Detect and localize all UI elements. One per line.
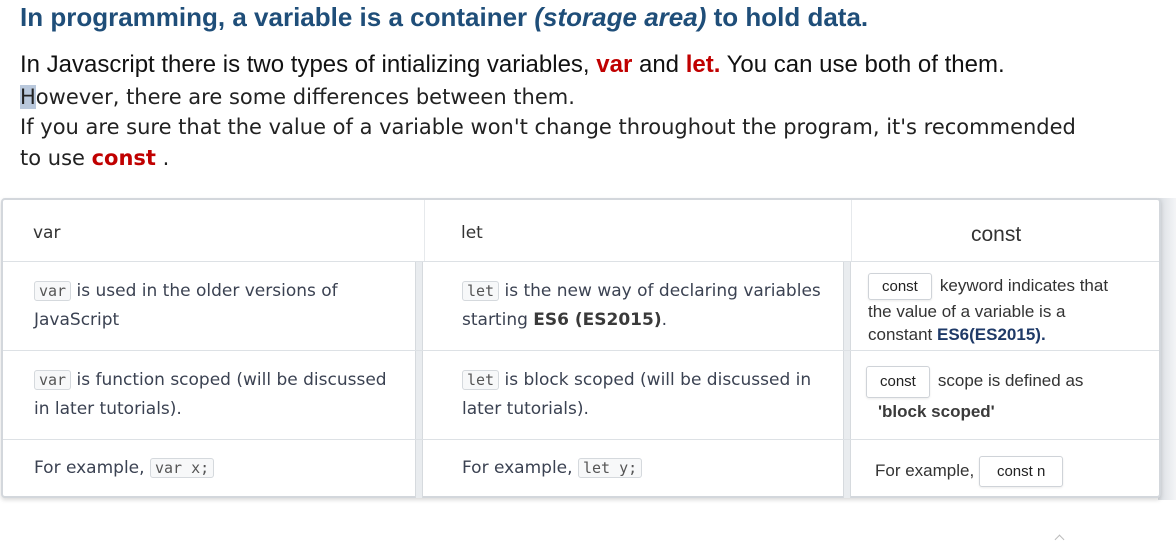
let-row-1-line-1: let is the new way of declaring variable…	[462, 277, 821, 306]
var-row-1-cell: var is used in the older versions of Jav…	[34, 277, 338, 335]
heading-part-1: In programming, a variable is a containe…	[20, 2, 535, 32]
heading-part-3: to hold data.	[706, 2, 869, 32]
var-example-code: var x;	[149, 458, 215, 478]
var-row-2-cell: var is function scoped (will be discusse…	[34, 366, 387, 424]
const-row-1-line-1: const keyword indicates that	[868, 273, 1108, 300]
var-example-prefix: For example,	[34, 458, 150, 478]
var-row-1-text: is used in the older versions of	[71, 281, 338, 301]
var-row-1-line-1: var is used in the older versions of	[34, 277, 338, 306]
recommend-text-line-1: If you are sure that the value of a vari…	[20, 115, 1076, 139]
const-example-badge: const n	[978, 456, 1064, 487]
keyword-var: var	[596, 51, 633, 78]
var-row-3-cell: For example, var x;	[34, 454, 215, 483]
var-row-1-line-2: JavaScript	[34, 310, 120, 330]
column-divider-2	[843, 262, 851, 498]
header-row-separator	[3, 261, 1159, 262]
caret-up-icon	[1054, 534, 1065, 544]
recommend-prefix: to use	[20, 146, 92, 170]
let-code-chip: let	[462, 281, 500, 301]
let-row-1-prefix: starting	[462, 310, 534, 330]
let-row-2-text: is block scoped (will be discussed in	[499, 370, 812, 390]
let-row-1-suffix: .	[661, 310, 668, 330]
column-header-var: var	[33, 223, 61, 243]
page-heading: In programming, a variable is a containe…	[20, 2, 868, 33]
let-example-code: let y;	[577, 458, 643, 478]
const-row-3-cell: For example, const n	[875, 456, 1071, 487]
let-row-2-cell: let is block scoped (will be discussed i…	[462, 366, 811, 424]
const-row-1-prefix: constant	[868, 325, 937, 344]
keyword-const: const	[91, 146, 156, 170]
intro-text-3: You can use both of them.	[720, 51, 1005, 78]
header-divider-2	[851, 200, 852, 262]
const-row-2-line-2: 'block scoped'	[878, 402, 995, 421]
const-row-1-line-3: constant ES6(ES2015).	[868, 323, 1108, 346]
let-row-3-cell: For example, let y;	[462, 454, 643, 483]
intro-text-2: and	[632, 51, 686, 78]
var-row-2-line-1: var is function scoped (will be discusse…	[34, 366, 387, 395]
let-code-chip: let	[462, 370, 500, 390]
var-row-2-line-2: in later tutorials).	[34, 399, 182, 419]
text-cursor-highlight: H	[20, 85, 36, 109]
const-row-2-line-1: const scope is defined as	[866, 366, 1083, 398]
row-separator-1	[3, 350, 1159, 351]
var-code-chip: var	[34, 281, 72, 301]
var-row-2-text: is function scoped (will be discussed	[71, 370, 387, 390]
keyword-let: let.	[685, 51, 721, 78]
let-row-1-cell: let is the new way of declaring variable…	[462, 277, 821, 335]
recommend-paragraph-line-1: If you are sure that the value of a vari…	[20, 115, 1076, 139]
column-header-const: const	[971, 223, 1022, 246]
let-example-prefix: For example,	[462, 458, 578, 478]
const-row-1-text: keyword indicates that	[939, 276, 1109, 295]
differences-text: owever, there are some differences betwe…	[35, 85, 575, 109]
intro-paragraph: In Javascript there is two types of inti…	[20, 51, 1005, 79]
let-row-2-line-2: later tutorials).	[462, 399, 589, 419]
const-row-2-text: scope is defined as	[937, 371, 1084, 390]
let-es6-label: ES6 (ES2015)	[533, 310, 662, 330]
const-example-prefix: For example,	[875, 461, 979, 480]
recommend-paragraph-line-2: to use const .	[20, 146, 169, 170]
column-header-let: let	[461, 223, 483, 243]
const-row-1-cell: const keyword indicates that the value of…	[868, 273, 1108, 346]
let-row-2-line-1: let is block scoped (will be discussed i…	[462, 366, 811, 395]
const-badge: const	[866, 366, 930, 398]
let-row-1-line-2: starting ES6 (ES2015).	[462, 306, 821, 335]
differences-paragraph: However, there are some differences betw…	[20, 85, 575, 109]
recommend-suffix: .	[155, 146, 170, 170]
comparison-table: var let const var is used in the older v…	[1, 198, 1161, 498]
const-badge: const	[868, 273, 932, 300]
row-separator-2	[3, 439, 1159, 440]
var-code-chip: var	[34, 370, 72, 390]
const-es6-label: ES6(ES2015).	[937, 325, 1046, 344]
intro-text-1: In Javascript there is two types of inti…	[20, 51, 597, 78]
const-row-2-cell: const scope is defined as 'block scoped'	[866, 366, 1083, 426]
const-row-1-line-2: the value of a variable is a	[868, 302, 1066, 321]
column-divider-1	[415, 262, 423, 498]
heading-emphasis: (storage area)	[534, 2, 707, 32]
header-divider-1	[424, 200, 425, 262]
let-row-1-text: is the new way of declaring variables	[499, 281, 821, 301]
